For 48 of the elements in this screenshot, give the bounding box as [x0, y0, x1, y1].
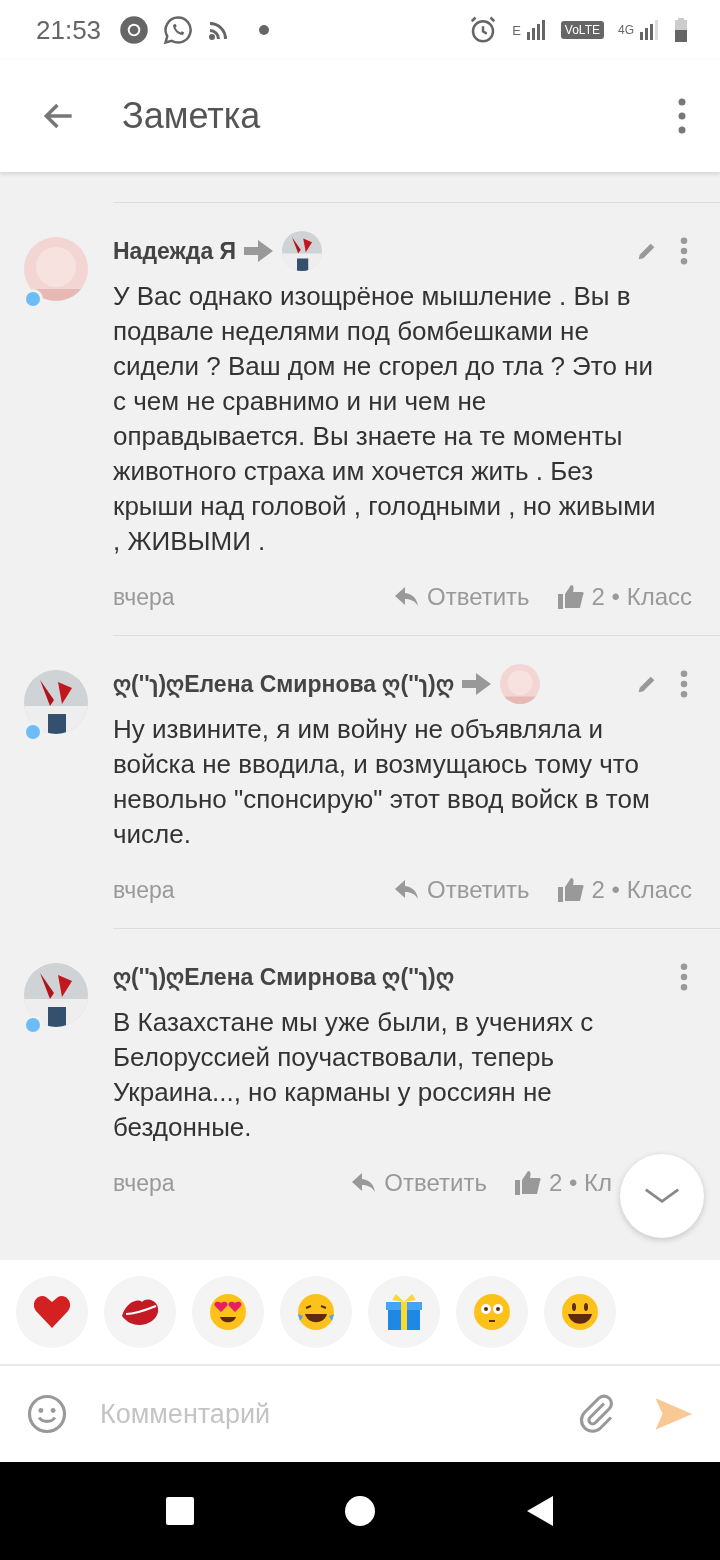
like-button[interactable]: 2 • Кл	[514, 1169, 612, 1197]
author-name[interactable]: ღ(''ɿ)ღЕлена Смирнова ღ(''ɿ)ღ	[113, 670, 454, 698]
flushed-emoji-icon	[472, 1292, 512, 1332]
heart-eyes-emoji-icon	[208, 1292, 248, 1332]
like-button[interactable]: 2 • Класс	[557, 876, 692, 904]
author-name[interactable]: ღ(''ɿ)ღЕлена Смирнова ღ(''ɿ)ღ	[113, 963, 454, 991]
status-time: 21:53	[36, 14, 102, 46]
home-icon[interactable]	[345, 1496, 375, 1526]
recents-icon[interactable]	[165, 1496, 195, 1526]
emoji-icon[interactable]	[26, 1393, 68, 1435]
laugh-emoji-icon	[296, 1292, 336, 1332]
comment-text: У Вас однако изощрёное мышление . Вы в подвале неделями под бомбешками не сидели ? Ваш дом не сгорел до тла ? Это ни с чем не сравнимо и ни чем не оправдывается. Вы знаете на те моменты животного страха им хочется жить . Без крыши над головой , голодными , но живыми , ЖИВЫМИ .	[113, 280, 657, 558]
signal-icon	[640, 20, 660, 40]
reply-button[interactable]: Ответить	[395, 583, 530, 611]
more-icon[interactable]	[680, 963, 688, 991]
comment-text: В Казахстане мы уже были, в учениях с Белоруссией поучаствовали, теперь Украина..., но карманы у россиян не бездонные.	[113, 1006, 595, 1144]
signal-icon	[526, 20, 547, 40]
volte-badge: VoLTE	[560, 21, 604, 39]
chat-icon	[163, 15, 194, 45]
thumbs-up-icon	[557, 585, 584, 609]
grin-emoji-icon	[560, 1292, 600, 1332]
arrow-icon	[244, 239, 275, 263]
reply-icon	[395, 880, 419, 900]
thumbs-up-icon	[514, 1171, 541, 1195]
chevron-down-icon	[644, 1187, 680, 1205]
reply-button[interactable]: Ответить	[395, 876, 530, 904]
reply-icon	[395, 587, 419, 607]
battery-icon	[674, 18, 688, 42]
author-name[interactable]: Надежда Я	[113, 237, 237, 265]
more-icon	[678, 98, 686, 134]
more-icon[interactable]	[680, 237, 688, 265]
reply-button[interactable]: Ответить	[352, 1169, 487, 1197]
comment-text: Ну извините, я им войну не объявляла и войска не вводила, и возмущаюсь тому что невольно "спонсирую" этот ввод войск в том числе.	[113, 713, 651, 851]
more-icon[interactable]	[680, 670, 688, 698]
network-label: E	[512, 22, 521, 38]
back-icon[interactable]	[525, 1496, 555, 1526]
thumbs-up-icon	[557, 878, 584, 902]
gift-emoji-icon	[384, 1292, 424, 1332]
screen-title: Заметка	[122, 95, 261, 137]
notification-dot-icon	[259, 25, 270, 35]
like-button[interactable]: 2 • Класс	[557, 583, 692, 611]
data-label: 4G	[618, 23, 634, 37]
comment-time: вчера	[113, 583, 175, 611]
comment-time: вчера	[113, 1169, 175, 1197]
reply-icon	[352, 1173, 377, 1193]
arrow-icon	[461, 672, 492, 696]
browser-icon	[119, 15, 150, 45]
comment-time: вчера	[113, 876, 175, 904]
